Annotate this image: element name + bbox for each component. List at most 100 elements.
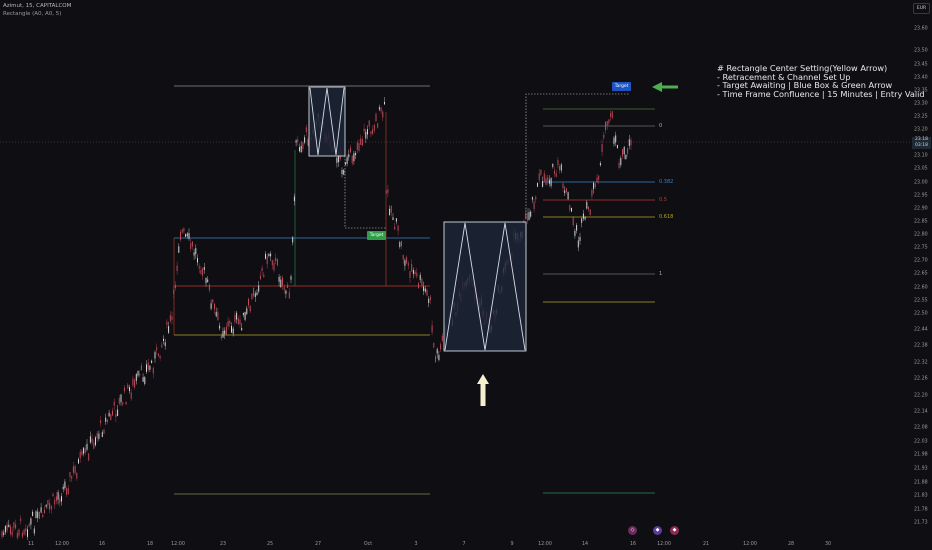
candle-body [210, 303, 212, 309]
candle-body [399, 242, 401, 247]
target-badge-green[interactable]: Target [367, 231, 386, 240]
candle-body [622, 149, 623, 156]
candle-body [54, 499, 56, 505]
dividend-icon[interactable]: ◇ [628, 526, 637, 535]
annotation-note[interactable]: # Rectangle Center Setting(Yellow Arrow)… [717, 64, 925, 98]
candle-body [239, 319, 241, 325]
candle-body [130, 392, 132, 399]
time-axis[interactable]: 11 12:00 16 18 12:00 23 25 27 Oct 3 7 9 12:00 14 16 12:… [0, 540, 910, 550]
candle-body [186, 233, 188, 237]
price-tick-label: 22.32 [914, 360, 928, 366]
candle-body [441, 335, 443, 341]
candle-body [615, 135, 617, 143]
candle-body [212, 299, 214, 303]
price-tick-label: 23.40 [914, 75, 928, 81]
candle-body [606, 121, 608, 126]
candle-body [120, 394, 122, 403]
candle-body [113, 401, 115, 406]
price-tick-label: 23.30 [914, 101, 928, 107]
candle-body [106, 419, 108, 423]
candle-body [594, 183, 596, 188]
candle-body [266, 256, 268, 265]
candle-body [531, 197, 533, 200]
candle-body [348, 154, 350, 158]
candle-body [95, 437, 96, 446]
candle-body [288, 292, 290, 299]
currency-button[interactable]: EUR [913, 3, 930, 14]
price-tick-label: 22.80 [914, 232, 928, 238]
candle-body [261, 267, 263, 272]
candle-body [8, 524, 10, 528]
candle-body [351, 155, 353, 164]
candle-body [108, 412, 110, 417]
candle-body [373, 124, 375, 131]
time-tick-label: 12:00 [538, 542, 552, 547]
chart-area[interactable]: Azimut, 15, CAPITALCOM Rectangle (A0, A0… [0, 0, 932, 550]
candle-body [166, 321, 168, 325]
candle-body [557, 159, 559, 166]
price-tick-label: 22.85 [914, 219, 928, 225]
price-tick-label: 22.65 [914, 271, 928, 277]
fib-label-05: 0.5 [659, 197, 667, 203]
candle-body [358, 143, 360, 151]
candle-body [367, 129, 368, 135]
time-tick-label: 12:00 [55, 542, 69, 547]
candle-body [389, 208, 391, 216]
candle-body [28, 523, 30, 527]
candle-body [91, 438, 93, 443]
candle-body [436, 349, 438, 354]
candle-body [554, 170, 555, 174]
time-tick-label: 28 [787, 542, 795, 547]
price-tick-label: 22.03 [914, 439, 928, 445]
candle-body [346, 157, 348, 164]
time-tick-label: 9 [510, 542, 514, 547]
candle-body [599, 163, 601, 166]
candle-body [137, 370, 139, 376]
candle-body [426, 289, 428, 296]
target-badge-blue[interactable]: Target [612, 82, 631, 91]
candle-body [623, 146, 625, 155]
candle-body [33, 528, 35, 534]
candle-body [297, 139, 299, 142]
earnings-icon[interactable]: ◆ [670, 526, 679, 535]
candle-body [278, 276, 280, 282]
candle-body [270, 253, 272, 257]
candle-body [603, 134, 605, 139]
price-tick-label: 22.14 [914, 409, 928, 415]
target-path-right [525, 93, 630, 218]
time-tick-label: 21 [702, 542, 710, 547]
candle-body [101, 432, 103, 437]
candle-body [152, 367, 154, 374]
candle-body [112, 410, 113, 416]
candle-body [372, 129, 374, 134]
price-tick-label: 21.78 [914, 507, 928, 513]
candle-body [178, 246, 180, 253]
candle-body [4, 525, 6, 533]
candle-body [129, 387, 130, 392]
candle-body [38, 511, 40, 519]
candle-body [115, 414, 117, 418]
candle-body [394, 226, 396, 230]
candle-body [409, 271, 411, 278]
target-path-left [344, 156, 386, 229]
yellow-arrow-icon [477, 374, 489, 406]
candle-body [251, 293, 253, 300]
candle-body [380, 107, 382, 112]
price-tick-label: 22.08 [914, 425, 928, 431]
candle-body [76, 473, 78, 479]
earnings-icon[interactable]: ◆ [653, 526, 662, 535]
candle-body [579, 237, 581, 241]
candle-body [66, 488, 68, 495]
candle-body [96, 432, 98, 439]
price-axis[interactable]: 23.60 23.50 23.45 23.40 23.35 23.30 23.25 23.20… [910, 0, 932, 550]
price-tick-label: 23.10 [914, 153, 928, 159]
candle-body [253, 287, 255, 296]
candle-body [577, 240, 579, 248]
candle-body [207, 279, 209, 283]
candle-body [89, 436, 91, 443]
candlestick-series [1, 97, 632, 540]
candle-body [193, 252, 195, 256]
price-tick-label: 23.50 [914, 48, 928, 54]
candle-body [263, 274, 265, 277]
time-tick-label: 18 [146, 542, 154, 547]
